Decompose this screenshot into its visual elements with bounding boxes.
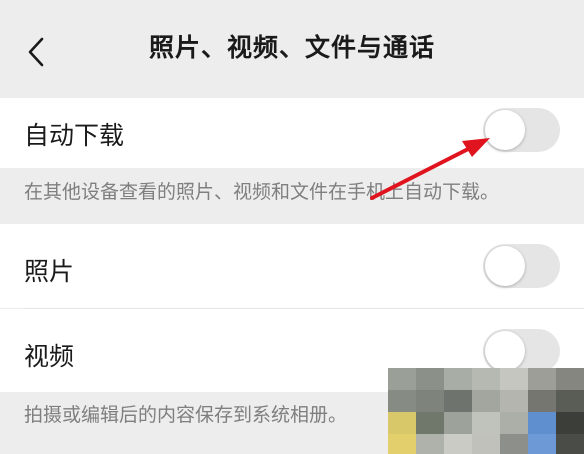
navigation-bar: 照片、视频、文件与通话: [0, 0, 584, 98]
auto-download-label: 自动下载: [24, 121, 125, 150]
page-title: 照片、视频、文件与通话: [148, 33, 435, 62]
videos-toggle[interactable]: [483, 329, 560, 373]
photos-cell[interactable]: 照片: [0, 224, 584, 308]
photos-toggle[interactable]: [483, 244, 560, 288]
auto-download-hint: 在其他设备查看的照片、视频和文件在手机上自动下载。: [24, 181, 500, 203]
pixelated-thumbnail: [388, 368, 584, 454]
save-to-album-hint: 拍摄或编辑后的内容保存到系统相册。: [24, 404, 348, 426]
toggle-knob: [485, 246, 525, 286]
auto-download-cell[interactable]: 自动下载: [0, 98, 584, 168]
videos-label: 视频: [24, 342, 75, 371]
toggle-knob: [485, 331, 525, 371]
toggle-knob: [485, 110, 525, 150]
auto-download-toggle[interactable]: [483, 108, 560, 152]
photos-label: 照片: [24, 257, 75, 286]
